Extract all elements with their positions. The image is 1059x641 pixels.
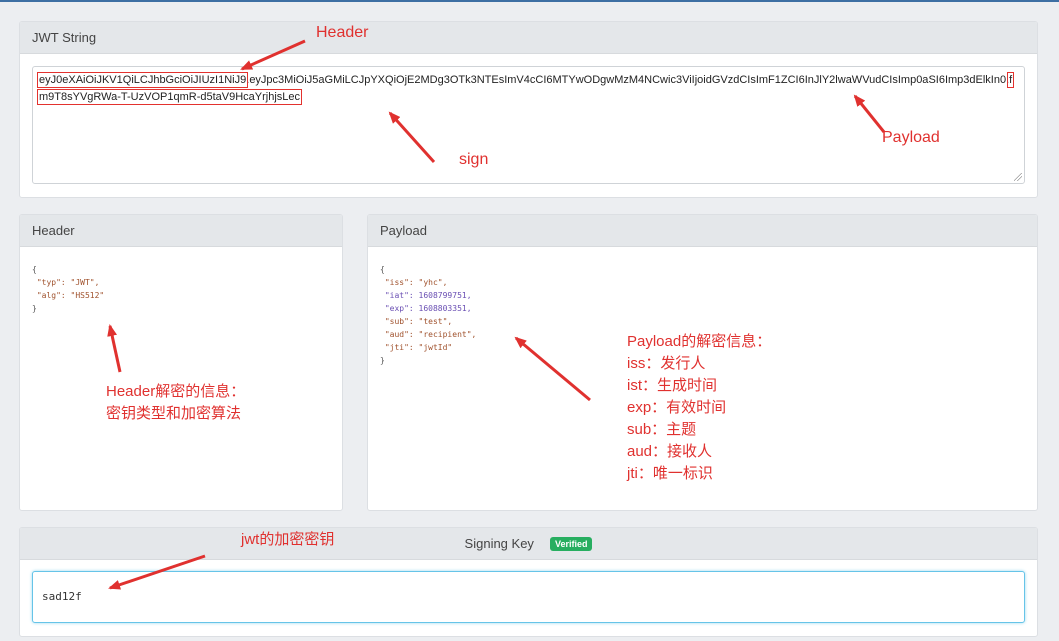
code-line: "sub": "test", (380, 317, 453, 326)
code-line: } (32, 304, 37, 313)
code-line: "exp": 1608803351, (380, 304, 472, 313)
signing-key-label: Signing Key (464, 536, 534, 551)
annotation-payload-line: jti：唯一标识 (627, 465, 713, 482)
annotation-payload-line: sub：主题 (627, 421, 697, 438)
annotation-payload: Payload (882, 129, 940, 146)
annotation-header-decode-1: Header解密的信息： (106, 383, 246, 400)
annotation-payload-line: aud：接收人 (627, 443, 713, 460)
code-line: "alg": "HS512" (32, 291, 105, 300)
annotation-payload-title: Payload的解密信息： (627, 333, 772, 350)
annotation-sign: sign (459, 151, 489, 168)
signing-key-header: Signing Key Verified (20, 528, 1037, 560)
annotation-header-decode-2: 密钥类型和加密算法 (106, 405, 242, 422)
payload-panel-title: Payload (368, 215, 1037, 247)
code-line: } (380, 356, 385, 365)
code-line: "jti": "jwtId" (380, 343, 453, 352)
signing-key-panel: Signing Key Verified sad12f (19, 527, 1038, 637)
jwt-payload-part: eyJpc3MiOiJ5aGMiLCJpYXQiOjE2MDg3OTk3NTEs… (249, 74, 929, 86)
jwt-string-title: JWT String (20, 22, 1037, 54)
code-line: "typ": "JWT", (32, 278, 100, 287)
jwt-header-part: eyJ0eXAiOiJKV1QiLCJhbGciOiJIUzI1NiJ9 (36, 72, 249, 88)
annotation-payload-line: ist：生成时间 (627, 377, 718, 394)
payload-json: { "iss": "yhc", "iat": 1608799751, "exp"… (380, 263, 476, 367)
resize-handle-icon[interactable] (1014, 173, 1022, 181)
jwt-string-panel: JWT String eyJ0eXAiOiJKV1QiLCJhbGciOiJIU… (19, 21, 1038, 198)
code-line: "aud": "recipient", (380, 330, 477, 339)
signing-key-input[interactable]: sad12f (32, 571, 1025, 623)
code-line: { (380, 265, 385, 274)
annotation-jwt-key: jwt的加密密钥 (241, 531, 335, 548)
verified-badge: Verified (549, 536, 593, 551)
annotation-payload-line: exp：有效时间 (627, 399, 727, 416)
code-line: "iss": "yhc", (380, 278, 448, 287)
jwt-string-input[interactable]: eyJ0eXAiOiJKV1QiLCJhbGciOiJIUzI1NiJ9.eyJ… (32, 66, 1025, 184)
code-line: "iat": 1608799751, (380, 291, 472, 300)
header-panel: Header { "typ": "JWT", "alg": "HS512" } (19, 214, 343, 511)
annotation-header: Header (316, 24, 369, 41)
header-json: { "typ": "JWT", "alg": "HS512" } (32, 263, 104, 315)
jwt-payload-part-2: SI6Imp3dElkIn0 (928, 74, 1007, 86)
annotation-payload-line: iss：发行人 (627, 355, 706, 372)
code-line: { (32, 265, 37, 274)
top-border (0, 0, 1059, 2)
header-panel-title: Header (20, 215, 342, 247)
